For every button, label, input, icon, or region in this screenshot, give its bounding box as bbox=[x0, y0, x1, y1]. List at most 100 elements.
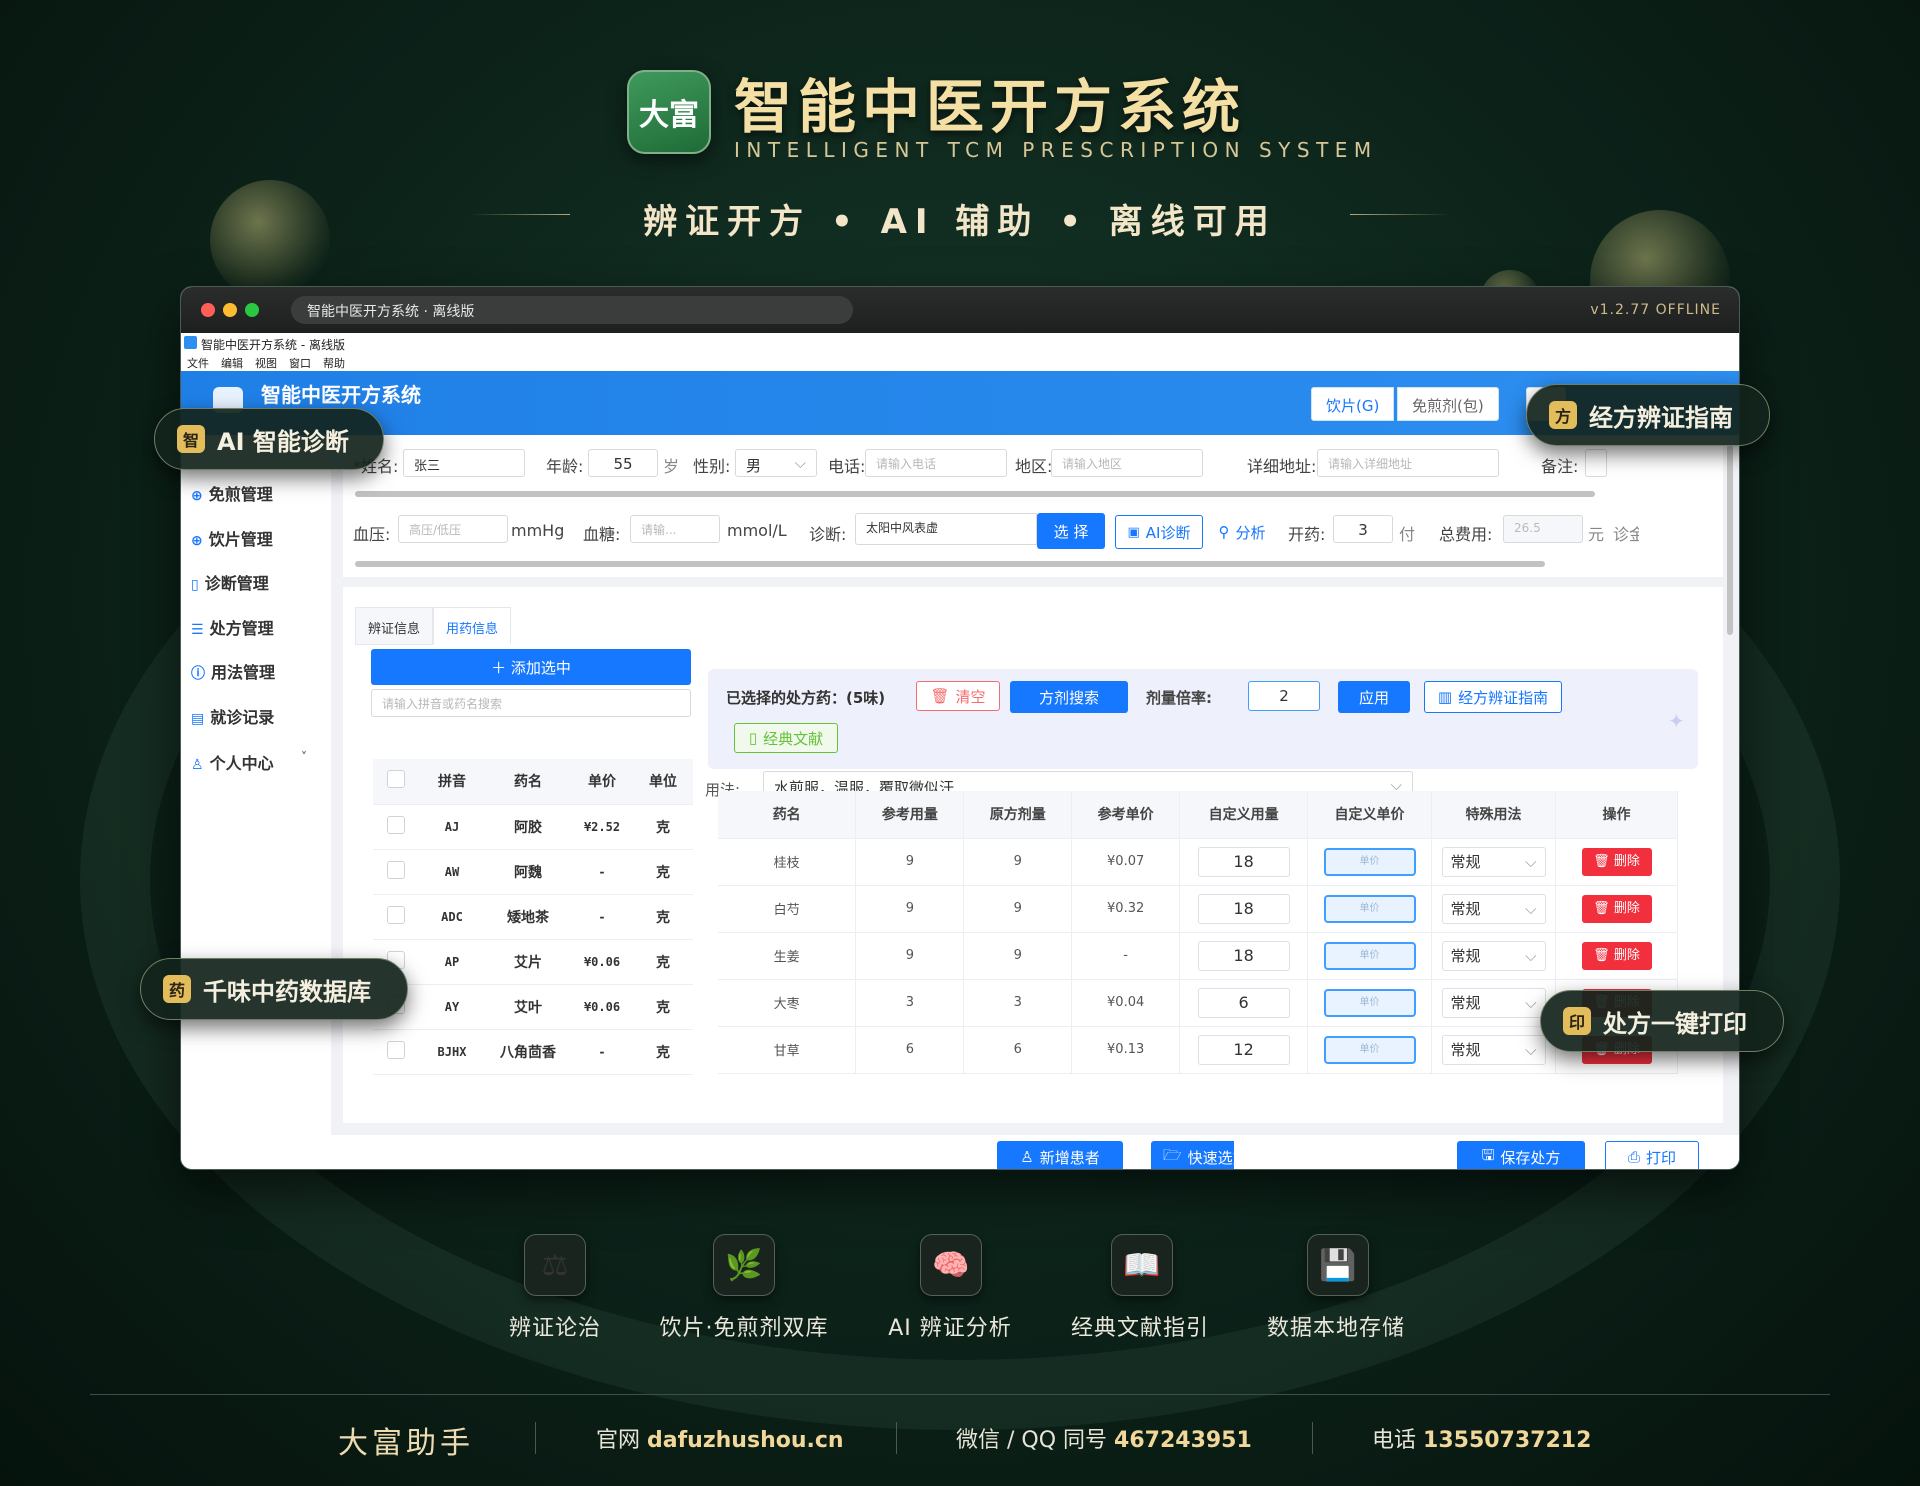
fang-badge-icon: 方 bbox=[1549, 401, 1577, 429]
sidebar-item-label: 就诊记录 bbox=[210, 708, 275, 727]
minimize-dot-icon[interactable] bbox=[223, 303, 237, 317]
sidebar-item-usage[interactable]: ⓘ 用法管理 bbox=[191, 659, 275, 683]
custom-price-input[interactable]: 单价 bbox=[1323, 847, 1416, 876]
custom-price-input[interactable]: 单价 bbox=[1323, 988, 1416, 1017]
name-input[interactable]: 张三 bbox=[403, 449, 525, 477]
maximize-dot-icon[interactable] bbox=[245, 303, 259, 317]
classic-literature-button[interactable]: ▯ 经典文献 bbox=[734, 723, 838, 753]
window-tab[interactable]: 智能中医开方系统 · 离线版 bbox=[291, 296, 853, 324]
apply-button[interactable]: 应用 bbox=[1338, 681, 1410, 713]
herb-search-input[interactable]: 请输入拼音或药名搜索 bbox=[371, 689, 691, 717]
guide-button[interactable]: ▥ 经方辨证指南 bbox=[1424, 681, 1562, 713]
menu-help[interactable]: 帮助 bbox=[323, 357, 345, 370]
gender-select[interactable]: 男 ⌵ bbox=[735, 449, 817, 477]
clear-button[interactable]: 🗑 清空 bbox=[916, 681, 1000, 711]
form-scrollbar-2[interactable] bbox=[355, 561, 1545, 567]
row-checkbox[interactable] bbox=[373, 1029, 419, 1075]
custom-qty-input[interactable]: 6 bbox=[1197, 987, 1290, 1018]
phone-input[interactable]: 请输入电话 bbox=[865, 449, 1007, 477]
os-titlebar: 智能中医开方系统 - 离线版 bbox=[181, 333, 1739, 353]
table-row[interactable]: ADC 矮地茶 - 克 bbox=[373, 894, 693, 940]
delete-button[interactable]: 🗑 删除 bbox=[1581, 894, 1652, 923]
ai-diagnosis-button[interactable]: ▣ AI诊断 bbox=[1115, 515, 1203, 549]
column-header: 操作 bbox=[1555, 791, 1678, 839]
mode-tab-mianjian[interactable]: 免煎剂(包) bbox=[1397, 387, 1499, 421]
delete-button[interactable]: 🗑 删除 bbox=[1581, 941, 1652, 970]
column-header: 自定义用量 bbox=[1179, 791, 1309, 839]
sidebar-item-label: 用法管理 bbox=[211, 663, 276, 682]
new-patient-button[interactable]: ♙ 新增患者 bbox=[997, 1141, 1123, 1169]
site-value[interactable]: dafuzhushou.cn bbox=[647, 1428, 844, 1453]
bp-input[interactable]: 高压/低压 bbox=[398, 515, 508, 543]
phone-label: 电话 bbox=[1372, 1428, 1417, 1453]
note-input[interactable] bbox=[1585, 449, 1607, 477]
pinyin-cell: AJ bbox=[419, 804, 485, 850]
analyze-button[interactable]: ⚲ 分析 bbox=[1207, 515, 1277, 549]
custom-price-input[interactable]: 单价 bbox=[1323, 1035, 1416, 1064]
save-prescription-button[interactable]: 🖫 保存处方 bbox=[1457, 1141, 1585, 1169]
dose-input[interactable]: 3 bbox=[1333, 515, 1393, 543]
close-dot-icon[interactable] bbox=[201, 303, 215, 317]
main-vertical-scrollbar[interactable] bbox=[1727, 445, 1733, 635]
table-row[interactable]: AJ 阿胶 ¥2.52 克 bbox=[373, 804, 693, 850]
custom-price-input[interactable]: 单价 bbox=[1323, 894, 1416, 923]
menu-view[interactable]: 视图 bbox=[255, 357, 277, 370]
special-usage-select[interactable]: 常规 ⌵ bbox=[1441, 846, 1546, 877]
sidebar-item-prescription[interactable]: ☰ 处方管理 bbox=[191, 615, 274, 639]
menu-file[interactable]: 文件 bbox=[187, 357, 209, 370]
age-input[interactable]: 55 bbox=[588, 449, 658, 477]
tab-medication[interactable]: 用药信息 bbox=[433, 607, 512, 645]
price-cell: ¥2.52 bbox=[571, 804, 633, 850]
delete-button[interactable]: 🗑 删除 bbox=[1581, 847, 1652, 876]
menu-window[interactable]: 窗口 bbox=[289, 357, 311, 370]
pinyin-cell: AW bbox=[419, 849, 485, 895]
table-row[interactable]: AP 艾片 ¥0.06 克 bbox=[373, 939, 693, 985]
sidebar-item-profile[interactable]: ♙ 个人中心 ˅ bbox=[191, 750, 307, 774]
tab-syndrome[interactable]: 辨证信息 bbox=[355, 607, 434, 645]
prescription-card: 辨证信息 用药信息 ＋ 添加选中 请输入拼音或药名搜索 拼音 药名 单价 单位 … bbox=[343, 587, 1723, 1123]
action-cell: 🗑 删除 bbox=[1555, 932, 1678, 980]
chevron-down-icon: ˅ bbox=[301, 750, 307, 764]
select-all-checkbox[interactable] bbox=[373, 759, 419, 805]
brain-icon: 🧠 bbox=[920, 1234, 982, 1296]
feature-label: 饮片·免煎剂双库 bbox=[659, 1316, 829, 1341]
table-row[interactable]: AW 阿魏 - 克 bbox=[373, 849, 693, 895]
sidebar-item-yinpian[interactable]: ⊕ 饮片管理 bbox=[191, 526, 273, 550]
formula-search-button[interactable]: 方剂搜索 bbox=[1010, 681, 1128, 713]
ratio-label: 剂量倍率: bbox=[1146, 689, 1212, 707]
sugar-unit: mmol/L bbox=[727, 521, 787, 540]
ai-icon: ▣ bbox=[1127, 524, 1140, 540]
print-button[interactable]: ⎙ 打印 bbox=[1605, 1141, 1699, 1169]
sidebar-item-records[interactable]: ▤ 就诊记录 bbox=[191, 704, 274, 728]
special-usage-value: 常规 bbox=[1450, 993, 1481, 1012]
table-row[interactable]: AY 艾叶 ¥0.06 克 bbox=[373, 984, 693, 1030]
menu-edit[interactable]: 编辑 bbox=[221, 357, 243, 370]
diagnosis-input[interactable]: 太阳中风表虚 bbox=[855, 513, 1037, 545]
custom-qty-input[interactable]: 18 bbox=[1197, 846, 1290, 877]
special-usage-select[interactable]: 常规 ⌵ bbox=[1441, 893, 1546, 924]
special-usage-select[interactable]: 常规 ⌵ bbox=[1441, 987, 1546, 1018]
custom-qty-input[interactable]: 18 bbox=[1197, 893, 1290, 924]
row-checkbox[interactable] bbox=[373, 804, 419, 850]
herb-name-cell: 甘草 bbox=[718, 1026, 857, 1074]
special-usage-select[interactable]: 常规 ⌵ bbox=[1441, 940, 1546, 971]
custom-qty-input[interactable]: 12 bbox=[1197, 1034, 1290, 1065]
sidebar-item-mianjian[interactable]: ⊕ 免煎管理 bbox=[191, 481, 273, 505]
mode-tab-yinpian[interactable]: 饮片(G) bbox=[1311, 387, 1395, 421]
row-checkbox[interactable] bbox=[373, 849, 419, 895]
add-selected-button[interactable]: ＋ 添加选中 bbox=[371, 649, 691, 685]
form-scrollbar[interactable] bbox=[355, 491, 1595, 497]
region-input[interactable]: 请输入地区 bbox=[1051, 449, 1203, 477]
diagnosis-select-button[interactable]: 选 择 bbox=[1037, 513, 1105, 549]
row-checkbox[interactable] bbox=[373, 894, 419, 940]
ratio-input[interactable]: 2 bbox=[1248, 681, 1320, 711]
custom-qty-input[interactable]: 18 bbox=[1197, 940, 1290, 971]
sidebar-item-diagnosis[interactable]: ▯ 诊断管理 bbox=[191, 570, 269, 594]
literature-icon: ▯ bbox=[748, 729, 758, 747]
table-row[interactable]: BJHX 八角茴香 - 克 bbox=[373, 1029, 693, 1075]
custom-price-input[interactable]: 单价 bbox=[1323, 941, 1416, 970]
sugar-input[interactable]: 请输... bbox=[630, 515, 720, 543]
address-input[interactable]: 请输入详细地址 bbox=[1317, 449, 1499, 477]
special-usage-select[interactable]: 常规 ⌵ bbox=[1441, 1034, 1546, 1065]
guide-label: 经方辨证指南 bbox=[1458, 688, 1549, 707]
